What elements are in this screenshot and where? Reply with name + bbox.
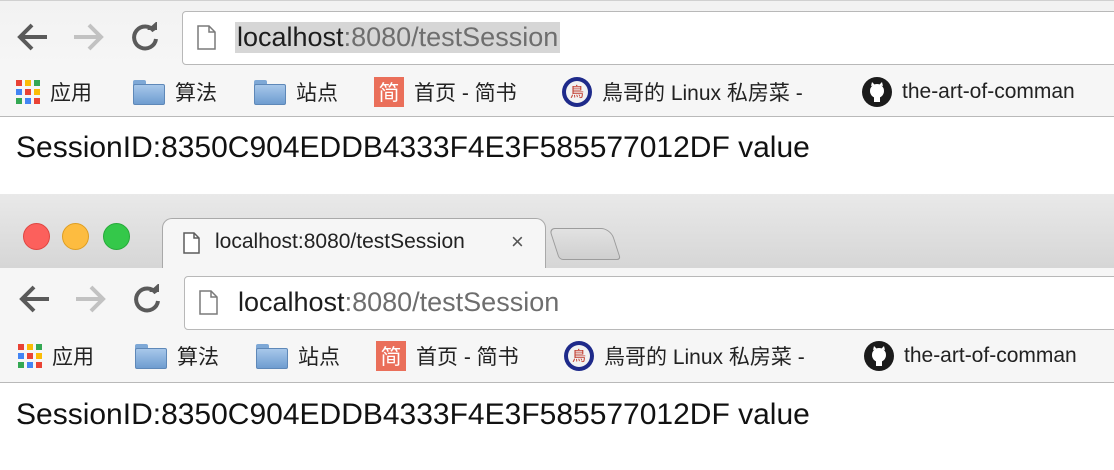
bookmark-art-of-command-line[interactable]: the-art-of-comman bbox=[862, 76, 1075, 108]
bookmark-art-of-command-line[interactable]: the-art-of-comman bbox=[864, 340, 1077, 372]
session-output-text: SessionID:8350C904EDDB4333F4E3F585577012… bbox=[16, 398, 810, 431]
folder-icon bbox=[135, 343, 167, 369]
browser-toolbar: localhost:8080/testSession bbox=[0, 268, 1114, 330]
github-octocat-icon bbox=[872, 346, 886, 366]
bookmark-label: 站点 bbox=[296, 82, 338, 105]
url-text[interactable]: localhost:8080/testSession bbox=[238, 287, 559, 318]
page-icon bbox=[197, 25, 216, 50]
tab-strip: localhost:8080/testSession × bbox=[0, 194, 1114, 269]
forward-arrow-icon bbox=[76, 285, 106, 313]
forward-arrow-icon bbox=[74, 23, 104, 51]
url-port-path: :8080/testSession bbox=[344, 287, 560, 317]
bookmark-label: 首页 - 简书 bbox=[414, 82, 517, 105]
back-arrow-icon bbox=[17, 23, 47, 51]
vbird-icon-glyph: 鳥 bbox=[566, 81, 588, 103]
folder-icon bbox=[133, 79, 165, 105]
bookmark-label: 应用 bbox=[52, 346, 94, 369]
bookmark-label: the-art-of-comman bbox=[902, 80, 1075, 103]
reload-button[interactable] bbox=[128, 280, 166, 318]
url-host: localhost bbox=[238, 287, 345, 317]
back-arrow-icon bbox=[19, 285, 49, 313]
page-content: SessionID:8350C904EDDB4333F4E3F585577012… bbox=[0, 384, 1114, 470]
bookmark-label: 站点 bbox=[298, 346, 340, 369]
jianshu-icon: 简 bbox=[376, 341, 406, 371]
github-icon bbox=[862, 77, 892, 107]
forward-button[interactable] bbox=[71, 280, 109, 318]
bookmark-apps[interactable]: 应用 bbox=[18, 340, 94, 372]
bookmark-vbird-linux[interactable]: 鳥 鳥哥的 Linux 私房菜 - bbox=[564, 340, 805, 372]
bookmark-apps[interactable]: 应用 bbox=[16, 76, 92, 108]
new-tab-button[interactable] bbox=[548, 228, 622, 260]
tab-localhost-testsession[interactable]: localhost:8080/testSession × bbox=[162, 218, 546, 269]
bookmark-label: 算法 bbox=[175, 82, 217, 105]
bookmark-folder-sites[interactable]: 站点 bbox=[254, 76, 338, 108]
reload-icon bbox=[134, 284, 160, 313]
browser-window-top: localhost:8080/testSession 应用 算法 站点 简 首页… bbox=[0, 0, 1114, 186]
minimize-window-button[interactable] bbox=[62, 223, 89, 250]
bookmark-label: 算法 bbox=[177, 346, 219, 369]
screenshot-divider bbox=[0, 186, 1114, 194]
back-button[interactable] bbox=[16, 280, 54, 318]
address-bar[interactable]: localhost:8080/testSession bbox=[182, 11, 1114, 65]
session-output-text: SessionID:8350C904EDDB4333F4E3F585577012… bbox=[16, 131, 810, 164]
vbird-icon-glyph: 鳥 bbox=[568, 345, 590, 367]
bookmark-jianshu[interactable]: 简 首页 - 简书 bbox=[374, 76, 517, 108]
bookmark-jianshu[interactable]: 简 首页 - 简书 bbox=[376, 340, 519, 372]
vbird-icon: 鳥 bbox=[564, 341, 594, 371]
url-text[interactable]: localhost:8080/testSession bbox=[235, 22, 561, 53]
browser-toolbar: localhost:8080/testSession bbox=[0, 0, 1114, 69]
reload-button[interactable] bbox=[126, 18, 164, 56]
forward-button[interactable] bbox=[69, 18, 107, 56]
address-bar[interactable]: localhost:8080/testSession bbox=[184, 276, 1114, 330]
bookmark-label: 应用 bbox=[50, 82, 92, 105]
browser-window-bottom: localhost:8080/testSession × localhost:8… bbox=[0, 194, 1114, 470]
zoom-window-button[interactable] bbox=[103, 223, 130, 250]
bookmark-label: 首页 - 简书 bbox=[416, 346, 519, 369]
bookmark-folder-sites[interactable]: 站点 bbox=[256, 340, 340, 372]
github-icon bbox=[864, 341, 894, 371]
bookmark-label: 鳥哥的 Linux 私房菜 - bbox=[602, 82, 803, 105]
apps-grid-icon bbox=[18, 344, 42, 368]
folder-icon bbox=[256, 343, 288, 369]
back-button[interactable] bbox=[14, 18, 52, 56]
bookmark-label: the-art-of-comman bbox=[904, 344, 1077, 367]
page-content: SessionID:8350C904EDDB4333F4E3F585577012… bbox=[0, 117, 1114, 186]
tab-close-icon[interactable]: × bbox=[511, 229, 524, 255]
reload-icon bbox=[132, 22, 158, 51]
bookmark-folder-algorithms[interactable]: 算法 bbox=[135, 340, 219, 372]
page-icon bbox=[199, 290, 218, 315]
apps-grid-icon bbox=[16, 80, 40, 104]
bookmarks-bar: 应用 算法 站点 简 首页 - 简书 鳥 鳥哥的 Linux 私房菜 - the… bbox=[0, 68, 1114, 117]
url-port-path: :8080/testSession bbox=[343, 22, 559, 52]
bookmark-folder-algorithms[interactable]: 算法 bbox=[133, 76, 217, 108]
bookmark-label: 鳥哥的 Linux 私房菜 - bbox=[604, 346, 805, 369]
vbird-icon: 鳥 bbox=[562, 77, 592, 107]
folder-icon bbox=[254, 79, 286, 105]
bookmark-vbird-linux[interactable]: 鳥 鳥哥的 Linux 私房菜 - bbox=[562, 76, 803, 108]
jianshu-icon: 简 bbox=[374, 77, 404, 107]
page-icon bbox=[183, 232, 200, 254]
url-host: localhost bbox=[237, 22, 344, 52]
tab-title: localhost:8080/testSession bbox=[215, 230, 465, 253]
close-window-button[interactable] bbox=[23, 223, 50, 250]
bookmarks-bar: 应用 算法 站点 简 首页 - 简书 鳥 鳥哥的 Linux 私房菜 - the… bbox=[0, 330, 1114, 383]
github-octocat-icon bbox=[870, 82, 884, 102]
